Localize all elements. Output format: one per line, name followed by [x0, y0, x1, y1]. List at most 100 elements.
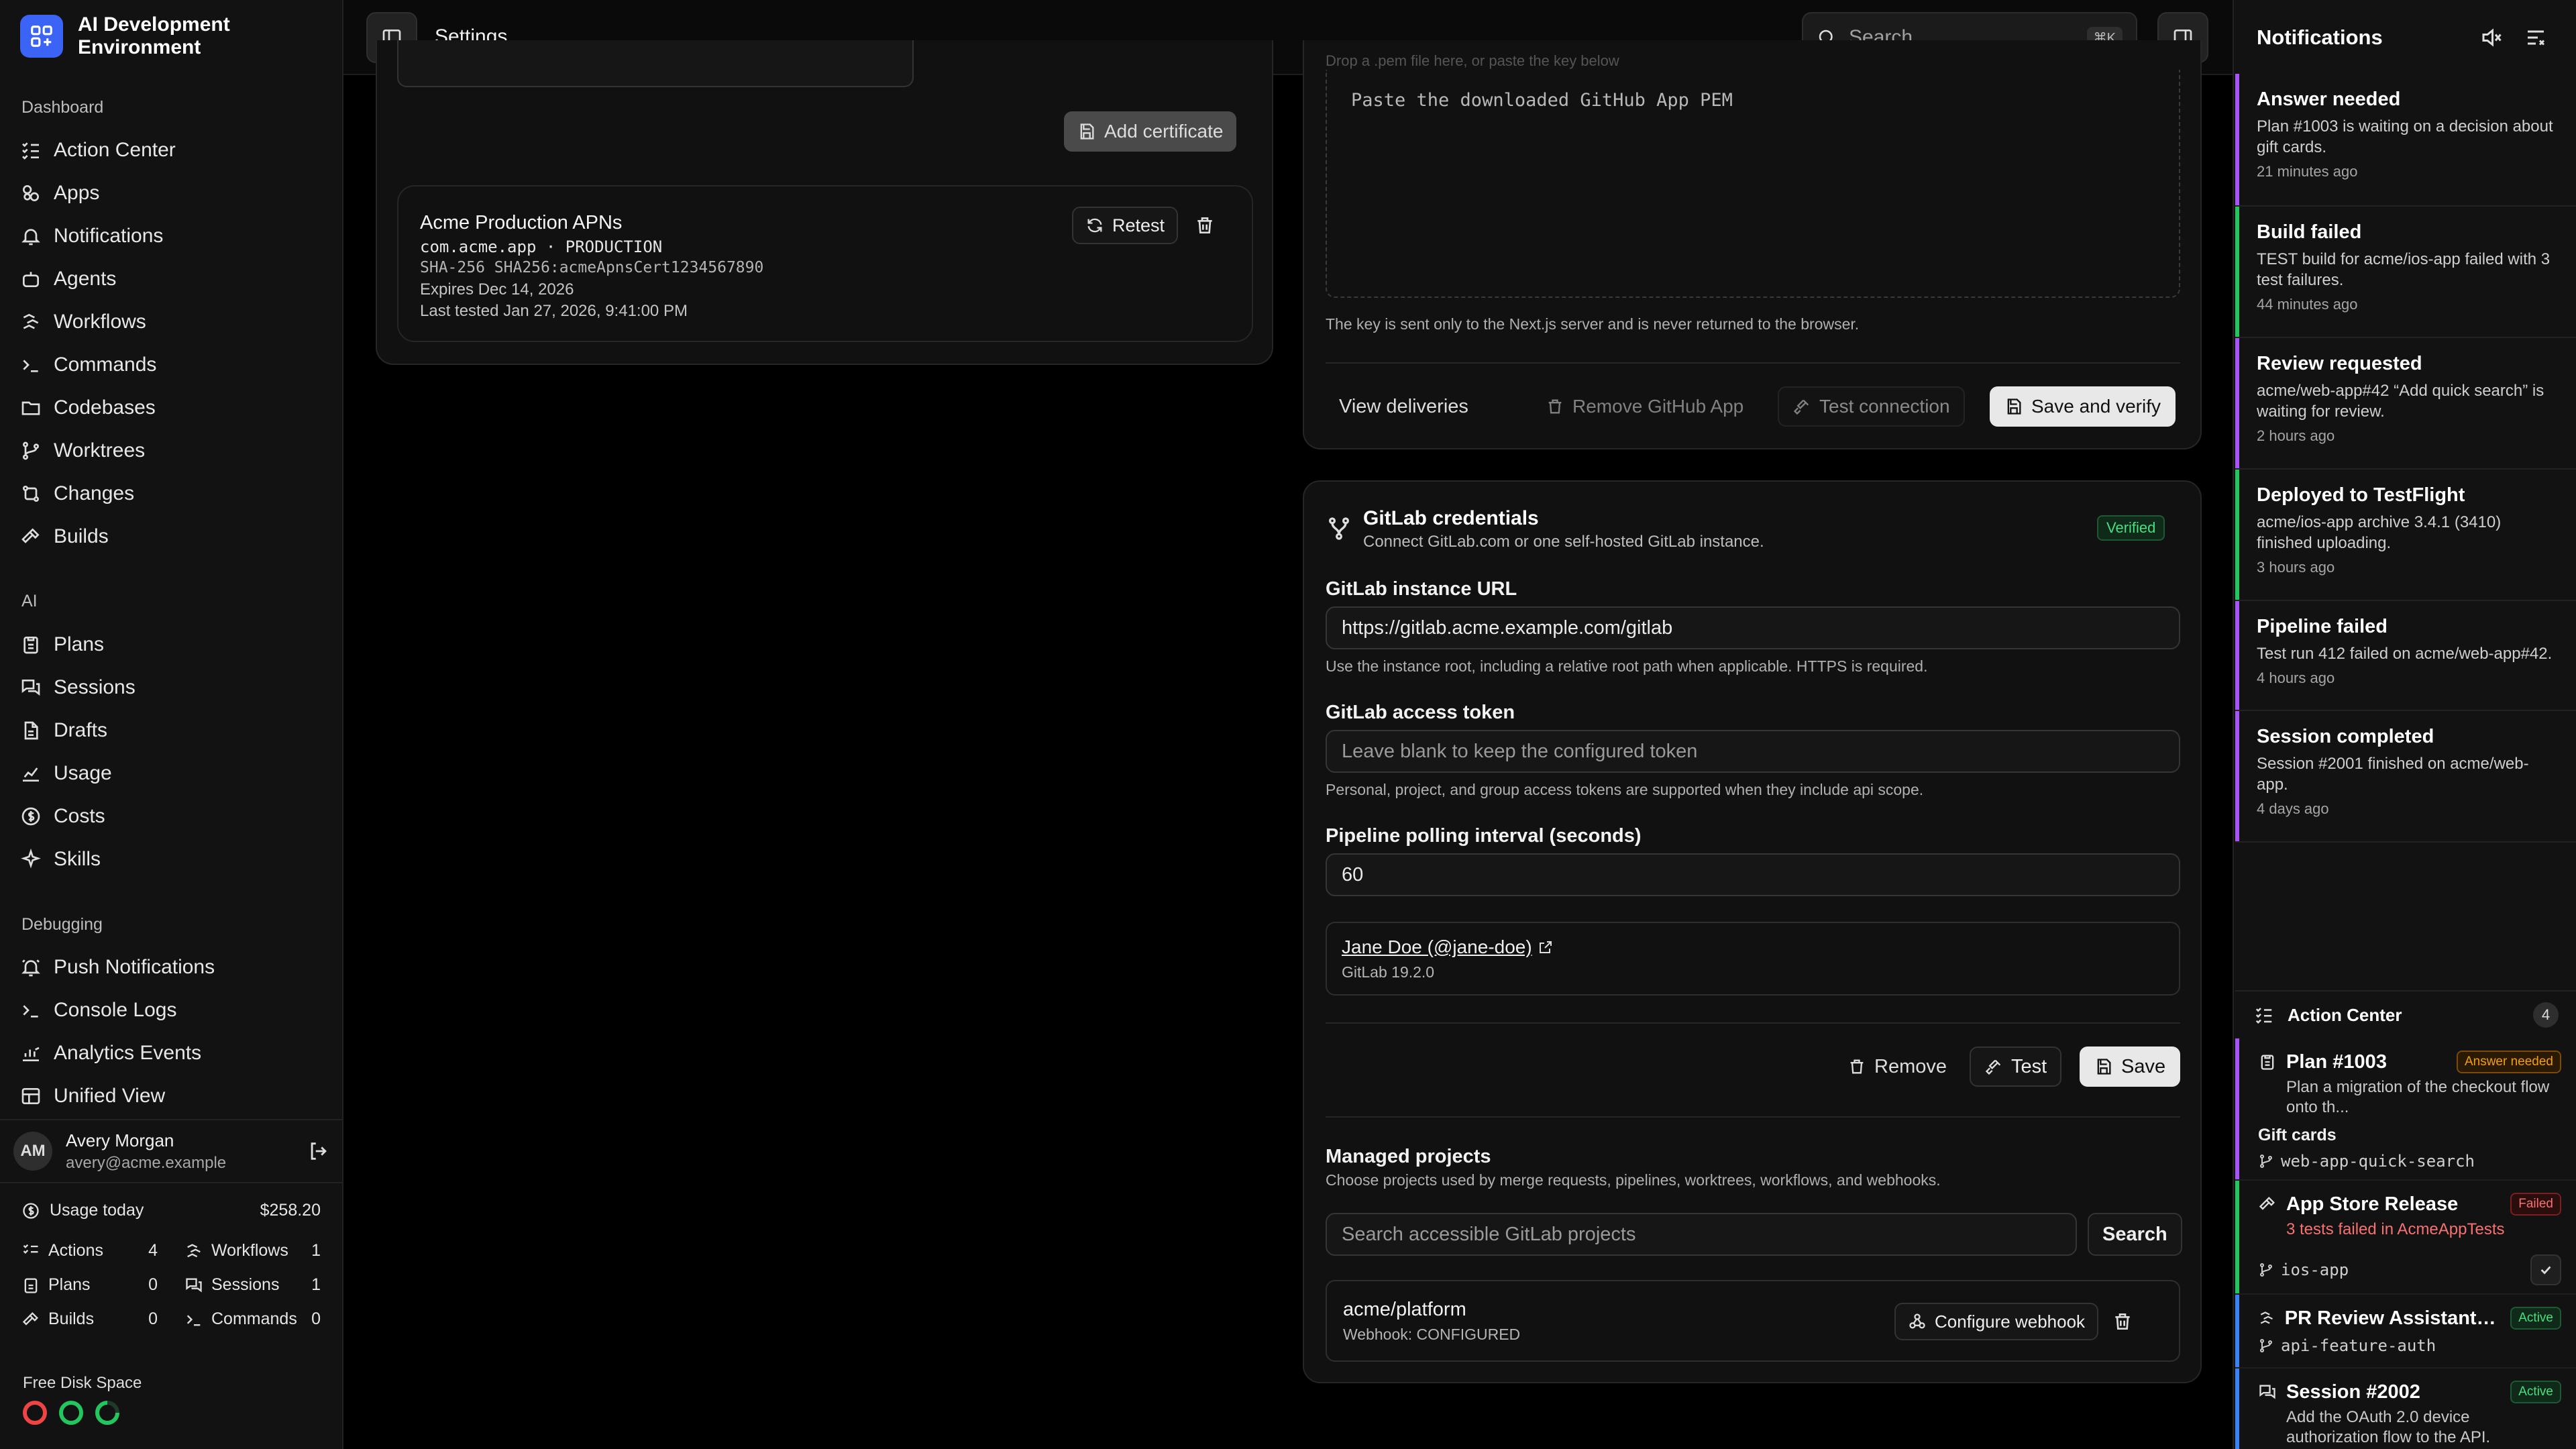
stat-label: Workflows [211, 1241, 288, 1260]
sidebar-item-label: Costs [54, 805, 105, 827]
chart-icon [23, 767, 39, 782]
sidebar-item-codebases[interactable]: Codebases [20, 386, 329, 429]
notification-item[interactable]: Answer needed Plan #1003 is waiting on a… [2235, 74, 2576, 207]
pem-textarea[interactable]: Paste the downloaded GitHub App PEM [1326, 70, 2180, 298]
add-certificate-button[interactable]: Add certificate [1064, 111, 1237, 152]
sidebar-item-push-notifications[interactable]: Push Notifications [20, 946, 329, 989]
gitlab-account-link[interactable]: Jane Doe (@jane-doe) [1342, 936, 1554, 958]
configure-webhook-button[interactable]: Configure webhook [1894, 1303, 2099, 1340]
retest-button[interactable]: Retest [1072, 207, 1179, 244]
sidebar-item-unified-view[interactable]: Unified View [20, 1075, 329, 1118]
sidebar-item-sessions[interactable]: Sessions [20, 666, 329, 709]
save-and-verify-button[interactable]: Save and verify [1990, 386, 2176, 427]
gitlab-card: GitLab credentials Connect GitLab.com or… [1303, 480, 2202, 1383]
trash-icon[interactable] [2112, 1311, 2133, 1332]
sidebar-item-builds[interactable]: Builds [20, 515, 329, 558]
apns-upload-field[interactable] [397, 40, 914, 87]
git-merge-icon [1329, 517, 1349, 540]
stat-workflows[interactable]: Workflows 1 [184, 1241, 321, 1260]
sidebar-item-action-center[interactable]: Action Center [20, 129, 329, 172]
action-item[interactable]: PR Review Assistant #4... Active api-fea… [2235, 1295, 2576, 1368]
sidebar-item-worktrees[interactable]: Worktrees [20, 429, 329, 472]
workflow-icon [2260, 1311, 2273, 1324]
user-profile[interactable]: AM Avery Morgan avery@acme.example [0, 1119, 343, 1183]
project-search-input[interactable]: Search accessible GitLab projects [1326, 1213, 2077, 1256]
gitlab-remove-button[interactable]: Remove [1834, 1046, 1960, 1087]
sidebar-item-changes[interactable]: Changes [20, 472, 329, 515]
trash-icon[interactable] [1194, 215, 1216, 236]
stat-commands[interactable]: Commands 0 [184, 1309, 321, 1329]
brand[interactable]: AI Development Environment [20, 13, 259, 59]
sidebar-item-label: Changes [54, 482, 135, 504]
action-center-header[interactable]: Action Center 4 [2235, 990, 2576, 1038]
section-label-debugging: Debugging [21, 915, 103, 934]
mute-icon[interactable] [2479, 25, 2504, 50]
remove-github-app-button[interactable]: Remove GitHub App [1532, 386, 1757, 427]
notification-item[interactable]: Build failed TEST build for acme/ios-app… [2235, 207, 2576, 338]
trash-icon [1548, 399, 1562, 414]
view-deliveries-button[interactable]: View deliveries [1326, 386, 1482, 427]
polling-interval-input[interactable]: 60 [1326, 853, 2180, 896]
resolve-button[interactable] [2530, 1254, 2561, 1285]
clipboard-icon [2261, 1055, 2274, 1070]
notification-item[interactable]: Review requested acme/web-app#42 “Add qu… [2235, 338, 2576, 470]
plug-icon [1793, 399, 1809, 415]
notification-item[interactable]: Pipeline failed Test run 412 failed on a… [2235, 601, 2576, 711]
plug-icon [1985, 1059, 2001, 1075]
sidebar-item-commands[interactable]: Commands [20, 343, 329, 386]
messages-icon [2259, 1385, 2275, 1399]
sidebar-item-usage[interactable]: Usage [20, 752, 329, 795]
sidebar-item-label: Builds [54, 525, 109, 547]
project-search-button[interactable]: Search [2088, 1213, 2182, 1256]
test-connection-button[interactable]: Test connection [1778, 386, 1965, 427]
gitlab-token-input[interactable]: Leave blank to keep the configured token [1326, 730, 2180, 773]
gitlab-save-button[interactable]: Save [2080, 1046, 2181, 1087]
gitlab-url-input[interactable]: https://gitlab.acme.example.com/gitlab [1326, 606, 2180, 649]
notification-desc: TEST build for acme/ios-app failed with … [2257, 250, 2551, 289]
sidebar-item-drafts[interactable]: Drafts [20, 709, 329, 752]
sidebar-item-workflows[interactable]: Workflows [20, 301, 329, 343]
refresh-icon [1087, 218, 1102, 233]
stat-sessions[interactable]: Sessions 1 [184, 1275, 321, 1295]
gitlab-url-help: Use the instance root, including a relat… [1326, 657, 1928, 675]
layout-icon [21, 1088, 40, 1104]
usage-today: Usage today $258.20 [21, 1201, 321, 1220]
test-connection-label: Test connection [1819, 396, 1950, 417]
stat-plans[interactable]: Plans 0 [21, 1275, 158, 1295]
git-branch-icon [2260, 1339, 2272, 1352]
sidebar-item-notifications[interactable]: Notifications [20, 215, 329, 258]
stat-label: Builds [48, 1309, 95, 1328]
action-item[interactable]: App Store Release Failed 3 tests failed … [2235, 1181, 2576, 1295]
section-label-ai: AI [21, 592, 38, 610]
notification-accent [2235, 601, 2239, 710]
retest-label: Retest [1112, 215, 1165, 235]
sidebar-item-console-logs[interactable]: Console Logs [20, 989, 329, 1032]
stat-label: Sessions [211, 1275, 280, 1294]
project-item: acme/platform Webhook: CONFIGURED Config… [1326, 1280, 2180, 1362]
sidebar-item-agents[interactable]: Agents [20, 258, 329, 301]
notification-item[interactable]: Deployed to TestFlight acme/ios-app arch… [2235, 470, 2576, 601]
logout-icon[interactable] [307, 1140, 330, 1163]
action-title: PR Review Assistant #4... [2284, 1307, 2502, 1329]
terminal-icon [186, 1314, 201, 1326]
gitlab-token-placeholder: Leave blank to keep the configured token [1342, 740, 1698, 762]
sidebar-item-analytics-events[interactable]: Analytics Events [20, 1032, 329, 1075]
key-help: The key is sent only to the Next.js serv… [1326, 315, 1860, 333]
certificate-item: Acme Production APNs com.acme.app · PROD… [397, 185, 1253, 342]
sidebar-item-apps[interactable]: Apps [20, 172, 329, 215]
action-item[interactable]: Session #2002 Active Add the OAuth 2.0 d… [2235, 1368, 2576, 1449]
stat-actions[interactable]: Actions 4 [21, 1241, 158, 1260]
notification-item[interactable]: Session completed Session #2001 finished… [2235, 711, 2576, 843]
stat-builds[interactable]: Builds 0 [21, 1309, 158, 1329]
managed-projects-title: Managed projects [1326, 1146, 1491, 1167]
messages-icon [186, 1278, 202, 1292]
sidebar-item-skills[interactable]: Skills [20, 838, 329, 881]
folder-icon [21, 401, 40, 415]
sidebar-item-plans[interactable]: Plans [20, 623, 329, 666]
gitlab-url-label: GitLab instance URL [1326, 578, 1517, 600]
action-item[interactable]: Plan #1003 Answer needed Plan a migratio… [2235, 1038, 2576, 1181]
sidebar-item-costs[interactable]: Costs [20, 795, 329, 838]
gitlab-test-button[interactable]: Test [1970, 1046, 2062, 1087]
git-compare-icon [23, 486, 39, 502]
clear-all-icon[interactable] [2524, 25, 2548, 50]
